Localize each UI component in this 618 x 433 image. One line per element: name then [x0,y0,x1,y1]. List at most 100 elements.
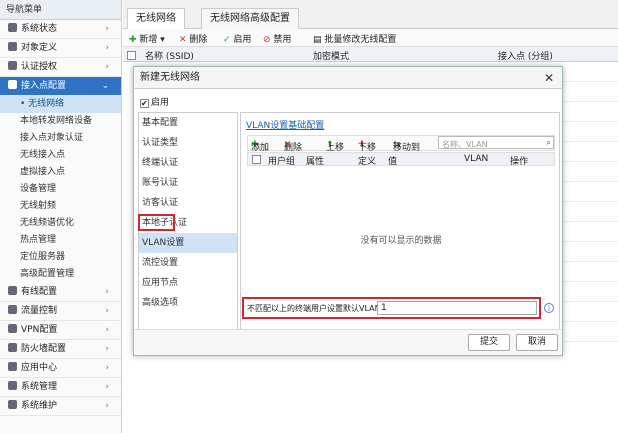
sidebar-item-label: 防火墙配置 [21,344,67,354]
sidebar-subitem[interactable]: 无线频谱优化 [0,215,121,232]
table-body-right [563,62,618,433]
empty-message: 没有可以显示的数据 [360,236,442,246]
submit-button[interactable]: 提交 [468,334,510,351]
cancel-button[interactable]: 取消 [516,334,558,351]
default-vlan-row: 不匹配以上的终端用户设置默认VLAN 1 [242,297,541,319]
enable-button[interactable]: ✓ 启用 [223,32,251,45]
traffic-icon [8,305,17,314]
nav-item[interactable]: 流控设置 [139,253,237,273]
col-vlan: VLAN [464,154,489,164]
close-icon: ✕ [179,35,187,45]
sidebar-subitem-wireless[interactable]: • 无线网络 [0,96,121,113]
col-op: 操作 [510,157,529,167]
vlan-search-input[interactable]: 名称、VLAN ⌕ [438,136,554,149]
vlan-toolbar: ✚ 添加 ✕ 删除 ⬆ 上移 ⬇ 下移 ⇆ 移动到 名称、VLAN ⌕ [247,135,555,153]
enable-label: 启用 [233,35,252,45]
wired-icon [8,286,17,295]
sidebar-subitem[interactable]: 设备管理 [0,181,121,198]
dialog-title: 新建无线网络 [134,67,562,89]
tab-wireless-advanced[interactable]: 无线网络高级配置 [201,8,299,29]
disable-button[interactable]: ⊘ 禁用 [263,32,291,45]
firewall-icon [8,343,17,352]
auth-icon [8,61,17,70]
app-center-icon [8,362,17,371]
sidebar-subitem[interactable]: 定位服务器 [0,249,121,266]
col-encryption[interactable]: 加密模式 [313,49,349,62]
plus-icon: ✚ [129,35,137,45]
sidebar-item-app-center[interactable]: 应用中心 › [0,359,121,378]
sidebar-item-label: 认证授权 [21,62,58,72]
close-icon[interactable]: ✕ [544,72,554,84]
sidebar-subitem[interactable]: 热点管理 [0,232,121,249]
nav-item-vlan[interactable]: VLAN设置 [139,233,237,253]
chevron-right-icon: › [105,62,109,72]
sidebar-item-label: 接入点配置 [21,81,67,91]
default-vlan-input[interactable]: 1 [377,301,537,315]
nav-item[interactable]: 高级选项 [139,293,237,313]
disable-label: 禁用 [273,35,292,45]
new-wireless-dialog: 新建无线网络 ✕ 启用 基本配置 认证类型 终端认证 账号认证 访客认证 本地子… [133,66,563,356]
sidebar-item-firewall[interactable]: 防火墙配置 › [0,340,121,359]
info-icon[interactable]: i [544,303,554,313]
gear-icon [8,381,17,390]
chevron-right-icon: › [105,43,109,53]
tab-wireless[interactable]: 无线网络 [127,8,185,29]
sidebar-subitem[interactable]: 无线接入点 [0,147,121,164]
chevron-down-icon: ⌄ [101,81,109,91]
sidebar-item-auth[interactable]: 认证授权 › [0,58,121,77]
sidebar-subitem[interactable]: 无线射频 [0,198,121,215]
col-ap[interactable]: 接入点 (分组) [498,49,553,62]
check-icon: ✓ [223,35,231,45]
vpn-icon [8,324,17,333]
sidebar-header: 导航菜单 [0,0,121,20]
nav-item[interactable]: 访客认证 [139,193,237,213]
nav-item[interactable]: 账号认证 [139,173,237,193]
col-name[interactable]: 名称 (SSID) [145,49,194,62]
batch-edit-button[interactable]: ▤ 批量修改无线配置 [313,32,396,45]
sidebar-item-status[interactable]: 系统状态 › [0,20,121,39]
vlan-highlight-box [138,214,175,231]
tab-bar: 无线网络 无线网络高级配置 [123,0,618,29]
sidebar-item-label: 系统维护 [21,401,58,411]
sidebar-item-label: 应用中心 [21,363,58,373]
checkbox-icon [140,99,149,108]
sidebar-subitem[interactable]: 高级配置管理 [0,266,121,283]
add-label: 新增 [139,35,158,45]
nav-item[interactable]: 基本配置 [139,113,237,133]
nav-item[interactable]: 终端认证 [139,153,237,173]
table-header: 名称 (SSID) 加密模式 接入点 (分组) [123,47,618,62]
sidebar-subitem[interactable]: 虚拟接入点 [0,164,121,181]
sidebar-subitem[interactable]: 接入点对象认证 [0,130,121,147]
sidebar-subitem[interactable]: 本地转发网络设备 [0,113,121,130]
col-def: 定义 [358,157,377,167]
chevron-right-icon: › [105,325,109,335]
nav-item[interactable]: 认证类型 [139,133,237,153]
sidebar-item-maintenance[interactable]: 系统维护 › [0,397,121,416]
nav-item[interactable]: 应用节点 [139,273,237,293]
sidebar-item-label: 系统管理 [21,382,58,392]
vlan-table-header: 用户组 属性 定义 值 VLAN 操作 [247,152,555,167]
sidebar-item-wired[interactable]: 有线配置 › [0,283,121,302]
col-value: 值 [388,157,398,167]
chevron-right-icon: › [105,287,109,297]
delete-button[interactable]: ✕ 删除 [179,32,207,45]
default-vlan-label: 不匹配以上的终端用户设置默认VLAN [247,304,381,313]
sidebar-item-label: 有线配置 [21,287,58,297]
vlan-link[interactable]: VLAN设置基础配置 [246,118,324,131]
batch-label: 批量修改无线配置 [324,35,397,45]
add-button[interactable]: ✚ 新增 ▾ [129,32,165,45]
chevron-right-icon: › [105,24,109,34]
sidebar-item-vpn[interactable]: VPN配置 › [0,321,121,340]
col-usergroup: 用户组 [268,157,296,167]
block-icon: ⊘ [263,35,271,45]
enable-checkbox-label: 启用 [151,98,170,108]
enable-checkbox[interactable]: 启用 [140,95,169,108]
sidebar-item-ap-config[interactable]: 接入点配置 ⌄ [0,77,121,96]
sidebar-item-traffic[interactable]: 流量控制 › [0,302,121,321]
search-icon[interactable]: ⌕ [547,137,551,148]
ap-icon [8,80,17,89]
main-toolbar: ✚ 新增 ▾ ✕ 删除 ✓ 启用 ⊘ 禁用 ▤ 批量修改无线配置 [123,29,618,47]
sidebar-item-objects[interactable]: 对象定义 › [0,39,121,58]
dialog-footer: 提交 取消 [134,329,562,355]
sidebar-item-system[interactable]: 系统管理 › [0,378,121,397]
